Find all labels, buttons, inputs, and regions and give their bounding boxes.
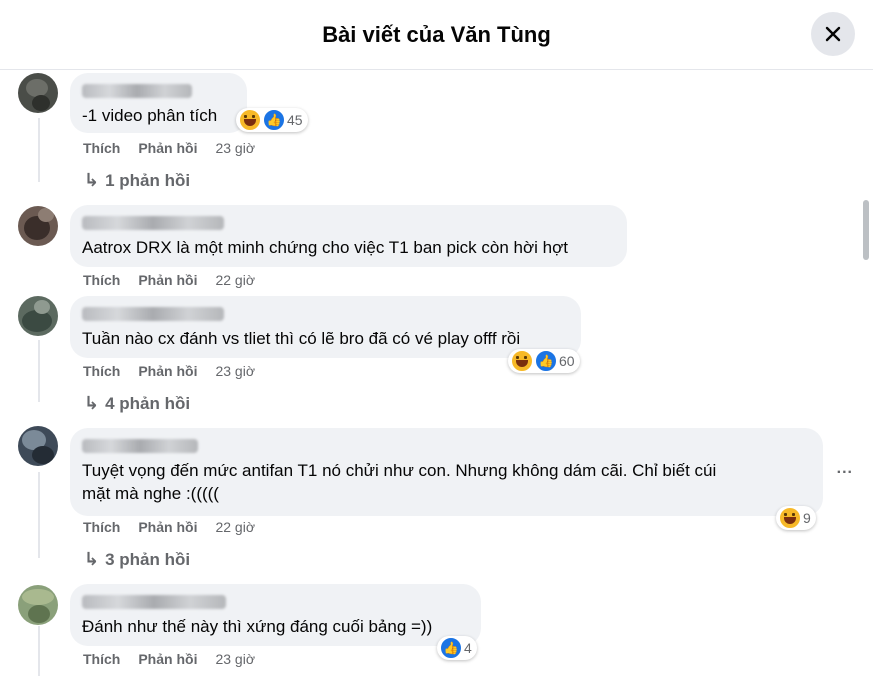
reply-link[interactable]: Phản hồi [138,519,197,535]
comment-bubble: Tuyệt vọng đến mức antifan T1 nó chửi nh… [70,428,823,516]
replies-count: 1 phản hồi [105,170,191,190]
comment-time[interactable]: 23 giờ [215,363,255,379]
reaction-summary[interactable]: 9 [776,506,816,530]
haha-reaction-icon [239,109,261,131]
reply-arrow-icon: ↳ [84,549,100,569]
haha-reaction-icon [779,507,801,529]
reaction-count: 45 [287,112,303,128]
comment-actions: Thích Phản hồi 22 giờ [83,272,255,288]
view-replies-button[interactable]: ↳ 4 phản hồi [84,393,190,414]
view-replies-button[interactable]: ↳ 1 phản hồi [84,170,190,191]
more-options-button[interactable]: ... [837,460,853,478]
comment-bubble: Aatrox DRX là một minh chứng cho việc T1… [70,205,627,267]
like-reaction-icon: 👍 [440,637,462,659]
replies-count: 4 phản hồi [105,393,191,413]
reply-arrow-icon: ↳ [84,170,100,190]
author-name-blurred[interactable] [82,595,226,609]
comment-text: -1 video phân tích [82,106,218,125]
avatar[interactable] [18,426,58,466]
like-link[interactable]: Thích [83,272,120,288]
thread-line [38,118,40,182]
like-link[interactable]: Thích [83,519,120,535]
dialog-header: Bài viết của Văn Tùng [0,0,873,70]
comment-bubble: Đánh như thế này thì xứng đáng cuối bảng… [70,584,481,646]
reaction-summary[interactable]: 👍 45 [236,108,308,132]
comment-text: Đánh như thế này thì xứng đáng cuối bảng… [82,617,433,636]
haha-reaction-icon [511,350,533,372]
close-button[interactable] [811,12,855,56]
comment-time[interactable]: 23 giờ [215,140,255,156]
replies-count: 3 phản hồi [105,549,191,569]
comment-actions: Thích Phản hồi 23 giờ [83,651,255,667]
comment-text-line: mặt mà nghe :((((( [82,484,219,503]
thread-line [38,626,40,676]
author-name-blurred[interactable] [82,84,192,98]
comment-bubble: Tuần nào cx đánh vs tliet thì có lẽ bro … [70,296,581,358]
like-link[interactable]: Thích [83,363,120,379]
author-name-blurred[interactable] [82,439,198,453]
comment-time[interactable]: 22 giờ [215,519,255,535]
dialog-title: Bài viết của Văn Tùng [322,21,551,47]
avatar[interactable] [18,206,58,246]
reaction-count: 60 [559,353,575,369]
reply-link[interactable]: Phản hồi [138,272,197,288]
author-name-blurred[interactable] [82,216,224,230]
scrollbar-thumb[interactable] [863,200,869,260]
thread-line [38,472,40,558]
comment-actions: Thích Phản hồi 23 giờ [83,140,255,156]
like-link[interactable]: Thích [83,140,120,156]
author-name-blurred[interactable] [82,307,224,321]
comment-time[interactable]: 23 giờ [215,651,255,667]
reply-link[interactable]: Phản hồi [138,140,197,156]
close-icon [825,26,841,42]
avatar[interactable] [18,73,58,113]
reaction-count: 9 [803,510,811,526]
thread-line [38,340,40,402]
comment-time[interactable]: 22 giờ [215,272,255,288]
reaction-count: 4 [464,640,472,656]
reply-link[interactable]: Phản hồi [138,363,197,379]
reply-link[interactable]: Phản hồi [138,651,197,667]
comment-actions: Thích Phản hồi 23 giờ [83,363,255,379]
comment-actions: Thích Phản hồi 22 giờ [83,519,255,535]
avatar[interactable] [18,296,58,336]
reaction-summary[interactable]: 👍 60 [508,349,580,373]
like-link[interactable]: Thích [83,651,120,667]
like-reaction-icon: 👍 [263,109,285,131]
reaction-summary[interactable]: 👍 4 [437,636,477,660]
comment-bubble: -1 video phân tích [70,73,247,133]
comment-text-line: Tuyệt vọng đến mức antifan T1 nó chửi nh… [82,461,717,480]
comment-text: Tuần nào cx đánh vs tliet thì có lẽ bro … [82,329,521,348]
avatar[interactable] [18,585,58,625]
view-replies-button[interactable]: ↳ 3 phản hồi [84,549,190,570]
comment-text: Aatrox DRX là một minh chứng cho việc T1… [82,238,568,257]
like-reaction-icon: 👍 [535,350,557,372]
reply-arrow-icon: ↳ [84,393,100,413]
